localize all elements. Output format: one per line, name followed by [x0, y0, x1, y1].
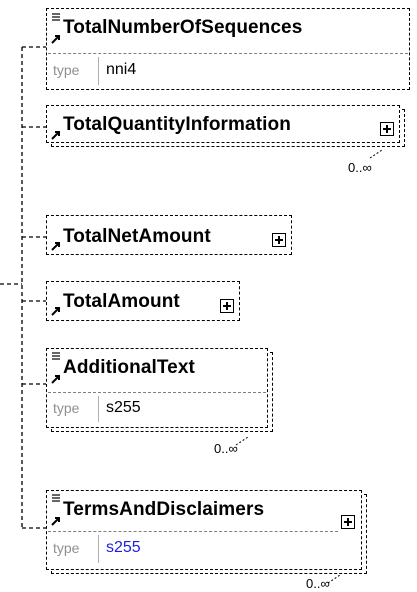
type-row: type s255 [48, 392, 266, 425]
element-name: TotalAmount [63, 291, 180, 312]
reference-arrow-icon [51, 35, 60, 44]
type-row: type nni4 [48, 53, 408, 87]
type-value: s255 [106, 399, 141, 416]
expand-plus-icon[interactable] [341, 515, 355, 529]
cardinality-label: 0..∞ [348, 160, 372, 175]
reference-arrow-icon [51, 242, 60, 251]
element-name: TotalNetAmount [63, 226, 211, 247]
expand-plus-icon[interactable] [220, 299, 234, 313]
schema-diagram: TotalNumberOfSequences type nni4 TotalQu… [0, 0, 417, 592]
cardinality-label: 0..∞ [214, 441, 238, 456]
cardinality-tick [369, 149, 383, 159]
reference-arrow-icon [51, 517, 60, 526]
type-label: type [53, 62, 80, 78]
reference-arrow-icon [51, 131, 60, 140]
type-label: type [53, 400, 80, 416]
expand-plus-icon[interactable] [272, 233, 286, 247]
element-name: TermsAndDisclaimers [63, 499, 265, 520]
element-name: TotalNumberOfSequences [63, 17, 303, 38]
type-separator [98, 396, 99, 422]
expand-plus-icon[interactable] [380, 122, 394, 136]
reference-arrow-icon [51, 307, 60, 316]
element-name: AdditionalText [63, 357, 195, 378]
type-value: nni4 [106, 61, 137, 78]
element-name: TotalQuantityInformation [63, 114, 291, 135]
element-text-icon [52, 494, 60, 502]
type-label: type [53, 540, 80, 556]
element-text-icon [52, 13, 60, 21]
element-text-icon [52, 352, 60, 360]
type-separator [98, 57, 99, 85]
type-separator [98, 535, 99, 563]
type-row: type s255 [48, 531, 338, 566]
type-value-link[interactable]: s255 [106, 539, 141, 557]
cardinality-label: 0..∞ [306, 576, 330, 591]
reference-arrow-icon [51, 375, 60, 384]
